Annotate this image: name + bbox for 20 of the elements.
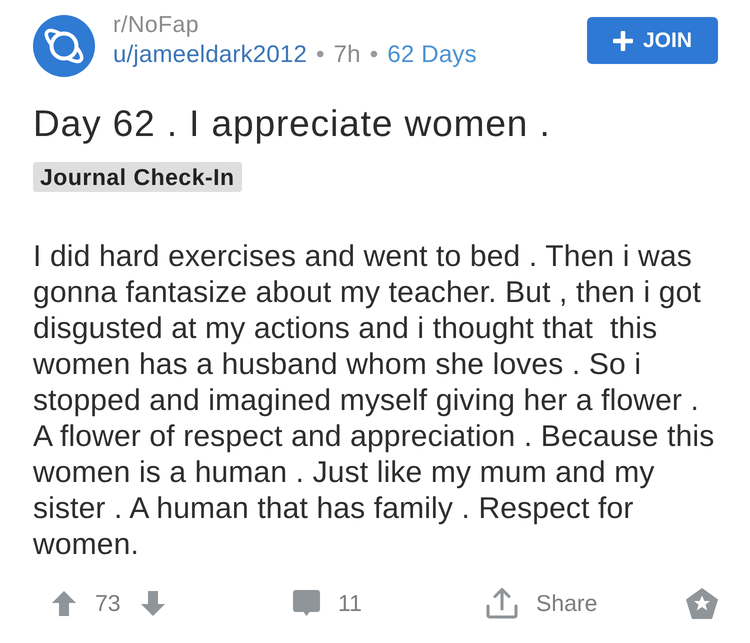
share-icon [486, 587, 518, 619]
vote-count: 73 [95, 590, 121, 616]
user-flair: 62 Days [387, 41, 477, 69]
comments-button[interactable]: 11 [293, 590, 362, 616]
post-age: 7h [334, 41, 361, 69]
post-flair: Journal Check-In [33, 162, 242, 192]
author-link[interactable]: u/jameeldark2012 [113, 41, 307, 69]
join-button[interactable]: JOIN [587, 17, 718, 64]
share-button[interactable]: Share [486, 587, 598, 619]
post-body: I did hard exercises and went to bed . Then i was gonna fantasize about my teacher. But , then i got disgusted at my actions and i thought that this women has a husband whom she loves . So i stopped and imagined myself giving her a flower . A flower of respect and appreciation . Because this women is a human . Just like my mum and my sister . A human that has family . Respect for women. [33, 239, 716, 563]
separator-dot: • [370, 41, 378, 69]
star-icon[interactable] [686, 588, 718, 618]
community-name[interactable]: r/NoFap [113, 11, 587, 37]
planet-avatar-icon [33, 15, 95, 77]
downvote-icon[interactable] [140, 590, 165, 616]
plus-icon [612, 30, 633, 50]
speech-bubble-icon [293, 590, 320, 616]
upvote-icon[interactable] [52, 590, 76, 616]
separator-dot: • [316, 41, 325, 69]
post-title: Day 62 . I appreciate women . [33, 103, 552, 145]
